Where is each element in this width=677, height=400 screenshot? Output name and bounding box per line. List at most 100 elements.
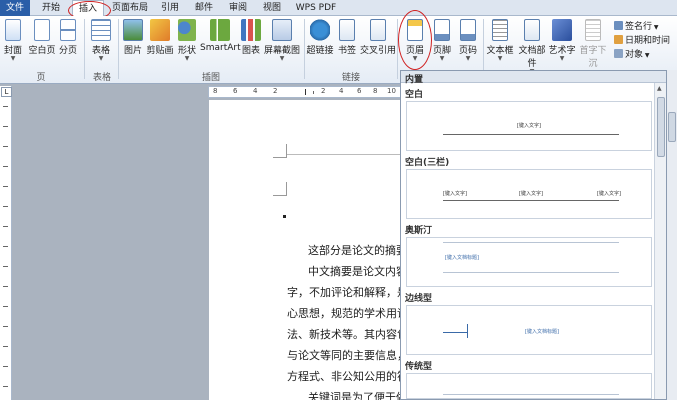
ruler-tick — [3, 286, 8, 287]
wordart-icon — [552, 19, 572, 41]
clipart-button[interactable]: 剪贴画 — [146, 19, 174, 56]
picture-icon — [123, 19, 143, 41]
document-text-line[interactable]: 心思想，规范的学术用语 — [287, 305, 408, 321]
chevron-down-icon: ▼ — [184, 55, 190, 62]
table-button[interactable]: 表格 ▼ — [90, 19, 112, 62]
placeholder-text: [键入文字] — [443, 191, 467, 197]
smartart-button[interactable]: SmartArt — [200, 19, 241, 53]
gallery-section-traditional: 传统型 — [405, 362, 433, 372]
gallery-section-edge: 边线型 — [405, 294, 433, 304]
ruler-tick — [3, 126, 8, 127]
chart-label: 图表 — [241, 46, 260, 56]
calendar-icon — [614, 35, 623, 44]
shapes-button[interactable]: 形状 ▼ — [176, 19, 198, 62]
header-option-austin[interactable]: [键入文档标题] — [406, 237, 652, 287]
chevron-down-icon: ▼ — [652, 24, 659, 31]
ruler-number: 4 — [253, 87, 258, 95]
header-option-blank[interactable]: [键入文字] — [406, 101, 652, 151]
globe-link-icon — [310, 19, 330, 41]
bookmark-icon — [339, 19, 355, 41]
gallery-scrollbar-thumb[interactable] — [657, 97, 665, 157]
document-text-line[interactable]: 中文摘要是论文内容 — [308, 263, 407, 279]
chart-button[interactable]: 图表 — [240, 19, 262, 56]
indent-marker[interactable] — [305, 89, 306, 95]
tab-file[interactable]: 文件 — [0, 0, 30, 16]
clipart-icon — [150, 19, 170, 41]
picture-button[interactable]: 图片 — [122, 19, 144, 56]
paragraph-mark — [283, 215, 286, 218]
ruler-tick — [3, 206, 8, 207]
header-accent-line — [443, 332, 467, 333]
page-break-label: 分页 — [58, 46, 77, 56]
ruler-tick — [313, 91, 314, 94]
dropcap-label: 首字下沉 — [579, 46, 607, 69]
signature-line-button[interactable]: 签名行 ▼ — [614, 19, 659, 32]
header-option-traditional[interactable] — [406, 373, 652, 399]
bookmark-button[interactable]: 书签 — [336, 19, 358, 56]
cross-reference-button[interactable]: 交叉引用 — [360, 19, 396, 56]
tab-wps-pdf[interactable]: WPS PDF — [294, 0, 338, 16]
group-label-links: 链接 — [341, 73, 360, 83]
document-text-line[interactable]: 这部分是论文的摘要 — [308, 242, 407, 258]
textbox-button[interactable]: 文本框 ▼ — [486, 19, 514, 62]
ruler-tick — [3, 106, 8, 107]
ruler-number: 10 — [387, 87, 396, 95]
document-text-line[interactable]: 法、新技术等。其内容包 — [287, 326, 408, 342]
object-label: 对象 — [625, 50, 644, 60]
tab-selector[interactable]: L — [1, 87, 12, 97]
group-separator — [84, 19, 85, 79]
date-time-button[interactable]: 日期和时间 — [614, 33, 670, 46]
dropcap-icon — [585, 19, 601, 41]
cover-page-button[interactable]: 封面 ▼ — [2, 19, 24, 62]
tab-home[interactable]: 开始 — [36, 0, 66, 16]
bookmark-label: 书签 — [337, 46, 356, 56]
screenshot-icon — [272, 19, 292, 41]
tab-page-layout[interactable]: 页面布局 — [110, 0, 150, 16]
ruler-tick — [3, 346, 8, 347]
hyperlink-button[interactable]: 超链接 — [306, 19, 334, 56]
margin-crop-mark — [273, 182, 287, 196]
vertical-ruler[interactable] — [0, 86, 12, 400]
ruler-tick — [3, 146, 8, 147]
gallery-title-bar — [401, 71, 666, 83]
page-number-button[interactable]: 页码 ▼ — [456, 19, 480, 62]
gallery-section-builtin: 内置 — [405, 75, 424, 85]
page-break-button[interactable]: 分页 — [58, 19, 78, 56]
chevron-down-icon: ▼ — [497, 55, 503, 62]
scrollbar-thumb[interactable] — [668, 112, 676, 142]
blank-page-button[interactable]: 空白页 — [28, 19, 56, 56]
wordart-button[interactable]: 艺术字 ▼ — [548, 19, 576, 62]
document-page[interactable]: 这部分是论文的摘要 中文摘要是论文内容 字，不加评论和解释，是一 心思想，规范的… — [209, 100, 419, 400]
quick-parts-button[interactable]: 文档部件 ▼ — [516, 19, 548, 75]
tab-view[interactable]: 视图 — [260, 0, 284, 16]
ruler-tick — [3, 266, 8, 267]
ruler-number: 6 — [233, 87, 238, 95]
group-label-pages: 页 — [36, 73, 46, 83]
header-option-blank-3col[interactable]: [键入文字] [键入文字] [键入文字] — [406, 169, 652, 219]
header-rule-line — [443, 272, 619, 273]
ruler-number: 6 — [357, 87, 362, 95]
chevron-down-icon: ▼ — [643, 52, 650, 59]
document-text-line[interactable]: 关键词是为了便于做 — [308, 389, 407, 400]
gallery-scrollbar[interactable]: ▲ — [654, 83, 666, 399]
document-text-line[interactable]: 方程式、非公知公用的符 — [287, 368, 408, 384]
tab-review[interactable]: 审阅 — [226, 0, 250, 16]
scroll-up-arrow-icon[interactable]: ▲ — [657, 85, 662, 92]
header-option-edge[interactable]: [键入文档标题] — [406, 305, 652, 355]
page-number-icon — [460, 19, 476, 41]
group-label-tables: 表格 — [92, 73, 111, 83]
tab-references[interactable]: 引用 — [158, 0, 182, 16]
horizontal-ruler[interactable]: 8 6 4 2 2 4 6 8 10 — [208, 86, 402, 98]
group-separator — [118, 19, 119, 79]
chevron-down-icon: ▼ — [279, 55, 285, 62]
dropcap-button[interactable]: 首字下沉 — [576, 19, 610, 69]
header-rule-line — [443, 200, 619, 201]
table-icon — [91, 19, 111, 41]
document-text-line[interactable]: 与论文等同的主要信息， — [287, 347, 408, 363]
screenshot-button[interactable]: 屏幕截图 ▼ — [262, 19, 302, 62]
placeholder-doc-title: [键入文档标题] — [525, 329, 559, 335]
tab-mailings[interactable]: 邮件 — [192, 0, 216, 16]
object-button[interactable]: 对象 ▼ — [614, 47, 650, 60]
ruler-number: 2 — [321, 87, 326, 95]
footer-button[interactable]: 页脚 ▼ — [430, 19, 454, 62]
